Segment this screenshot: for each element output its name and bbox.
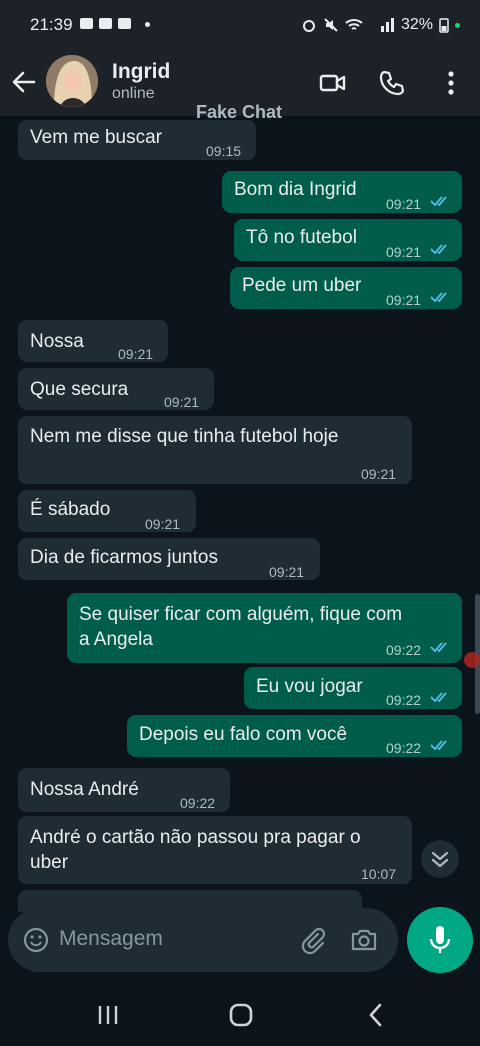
message-text: Bom dia Ingrid — [234, 179, 357, 200]
message-text: Nossa — [30, 331, 84, 352]
wifi-icon — [345, 19, 363, 30]
battery-percent: 32% — [400, 16, 433, 33]
read-receipt-icon — [430, 642, 447, 653]
avatar[interactable] — [46, 55, 98, 107]
message-time: 09:21 — [386, 196, 422, 212]
message-time: 10:07 — [361, 866, 397, 882]
message-bubble[interactable]: Nem me disse que tinha futebol hoje 09:2… — [18, 416, 412, 484]
message-text: Nossa André — [30, 779, 139, 800]
message-time: 09:21 — [361, 466, 397, 482]
message-time: 09:21 — [145, 516, 181, 532]
scroll-to-bottom-button[interactable] — [421, 840, 459, 878]
message-bubble[interactable]: Tô no futebol 09:21 — [234, 219, 462, 261]
message-bubble[interactable]: André o cartão não passou pra pagar o ub… — [18, 816, 412, 884]
read-receipt-icon — [430, 740, 447, 751]
message-time: 09:21 — [118, 346, 154, 362]
nav-recents-icon[interactable] — [93, 1000, 123, 1030]
video-notification-icon — [80, 18, 93, 29]
message-text: Depois eu falo com você — [139, 724, 348, 745]
message-bubble[interactable]: Nossa André 09:22 — [18, 768, 230, 812]
message-time: 09:21 — [269, 564, 305, 580]
message-bubble[interactable]: Vem me buscar 09:15 — [18, 120, 256, 160]
read-receipt-icon — [430, 244, 447, 255]
message-text: Pede um uber — [242, 275, 362, 296]
recording-indicator — [464, 652, 480, 668]
message-text: André o cartão não passou pra pagar o — [30, 827, 361, 848]
mute-icon — [324, 18, 338, 32]
message-bubble[interactable]: É sábado 09:21 — [18, 490, 196, 532]
message-text: Se quiser ficar com alguém, fique com — [79, 604, 403, 625]
message-time: 09:22 — [386, 692, 422, 708]
nav-back-icon[interactable] — [361, 1000, 391, 1030]
privacy-indicator — [455, 22, 460, 28]
message-text: É sábado — [30, 499, 111, 520]
presence-status: online — [112, 85, 155, 102]
status-time: 21:39 — [30, 15, 73, 34]
message-time: 09:22 — [386, 642, 422, 658]
read-receipt-icon — [430, 292, 447, 303]
nav-home-icon[interactable] — [226, 1000, 256, 1030]
notification-icons — [80, 18, 150, 29]
voice-record-button[interactable] — [407, 907, 473, 973]
system-indicators: 32% — [301, 16, 460, 34]
message-bubble[interactable]: Dia de ficarmos juntos 09:21 — [18, 538, 320, 580]
app-notification-icon — [99, 18, 112, 29]
message-text: Eu vou jogar — [256, 676, 363, 697]
message-text: Tô no futebol — [246, 227, 357, 248]
message-text: Que secura — [30, 379, 129, 400]
alarm-icon — [302, 20, 315, 32]
app-notification-icon — [118, 18, 131, 29]
message-bubble[interactable]: Que secura 09:21 — [18, 368, 214, 410]
signal-icon — [380, 18, 394, 32]
message-time: 09:21 — [164, 394, 200, 410]
message-composer[interactable]: Mensagem — [8, 908, 398, 972]
scroll-down-icon — [431, 851, 449, 868]
message-input[interactable]: Mensagem — [59, 927, 163, 951]
battery-icon — [439, 18, 449, 33]
message-text: uber — [30, 852, 69, 873]
message-time: 09:22 — [386, 740, 422, 756]
message-list[interactable]: Vem me buscar 09:15 Bom dia Ingrid 09:21… — [0, 116, 480, 912]
message-time: 09:21 — [386, 292, 422, 308]
read-receipt-icon — [430, 196, 447, 207]
message-text: Dia de ficarmos juntos — [30, 547, 218, 568]
system-nav-bar — [0, 984, 480, 1046]
message-time: 09:15 — [206, 143, 242, 159]
more-options-icon[interactable] — [436, 68, 466, 98]
video-call-icon[interactable] — [318, 68, 348, 98]
message-bubble[interactable]: Nossa 09:21 — [18, 320, 168, 362]
emoji-icon[interactable] — [22, 926, 50, 954]
attach-icon[interactable] — [298, 925, 328, 955]
message-bubble[interactable]: Depois eu falo com você 09:22 — [127, 715, 462, 757]
message-text: a Angela — [79, 629, 153, 650]
contact-name[interactable]: Ingrid — [112, 60, 170, 84]
status-bar: 21:39 32% — [0, 0, 480, 50]
watermark-text: Fake Chat — [196, 102, 283, 122]
camera-icon[interactable] — [349, 925, 379, 955]
back-arrow-icon[interactable] — [10, 68, 38, 96]
more-notifications-icon — [145, 22, 150, 27]
message-bubble[interactable]: Eu vou jogar 09:22 — [244, 667, 462, 709]
message-time: 09:21 — [386, 244, 422, 260]
message-time: 09:22 — [180, 795, 216, 811]
mic-icon — [429, 926, 451, 953]
message-bubble[interactable]: Pede um uber 09:21 — [230, 267, 462, 309]
message-text: Vem me buscar — [30, 127, 162, 148]
phone-icon[interactable] — [377, 68, 407, 98]
message-text: Nem me disse que tinha futebol hoje — [30, 426, 339, 447]
message-bubble[interactable]: Se quiser ficar com alguém, fique com a … — [67, 593, 462, 663]
message-bubble[interactable]: Bom dia Ingrid 09:21 — [222, 171, 462, 213]
read-receipt-icon — [430, 692, 447, 703]
